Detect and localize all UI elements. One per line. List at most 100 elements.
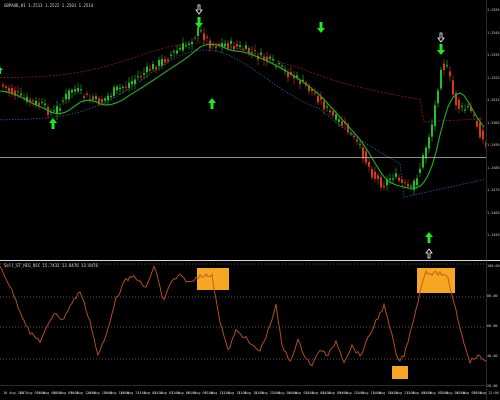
candle-body bbox=[392, 178, 394, 180]
candle-body bbox=[329, 110, 331, 113]
price-axis-label: 1.2545 bbox=[487, 30, 500, 35]
candle-body bbox=[419, 168, 421, 173]
time-axis: 10 Aug 2017 10 Aug 03:00 10 Aug 06:00 10 Au… bbox=[0, 385, 499, 400]
candle-body bbox=[125, 86, 127, 88]
candle-body bbox=[83, 96, 85, 99]
candle-body bbox=[458, 99, 460, 109]
candle-body bbox=[236, 44, 238, 47]
price-axis-label: 1.2455 bbox=[487, 233, 500, 237]
candle-body bbox=[413, 180, 415, 191]
candle-body bbox=[398, 177, 400, 181]
candle-body bbox=[224, 43, 226, 47]
candle-body bbox=[416, 178, 418, 186]
candle-body bbox=[200, 30, 202, 32]
candle-body bbox=[110, 95, 112, 98]
moving-average-red bbox=[0, 42, 485, 123]
price-axis-label: 1.2555 bbox=[487, 8, 500, 12]
candle-body bbox=[128, 82, 130, 88]
up-arrow-icon bbox=[425, 232, 433, 243]
moving-average-green bbox=[0, 43, 485, 189]
down-arrow-icon bbox=[317, 22, 325, 33]
price-axis-label: 1.2525 bbox=[487, 75, 500, 80]
candle-body bbox=[239, 45, 241, 48]
indicator-axis-label: 20.00 bbox=[487, 384, 498, 388]
candle-body bbox=[5, 86, 7, 88]
candle-body bbox=[107, 95, 109, 101]
candle-body bbox=[194, 37, 196, 39]
candle-body bbox=[158, 59, 160, 66]
candle-body bbox=[134, 79, 136, 84]
candle-body bbox=[197, 27, 199, 36]
candle-body bbox=[260, 52, 262, 55]
candle-body bbox=[467, 106, 469, 108]
candle-body bbox=[188, 43, 190, 45]
price-axis-label: 1.2505 bbox=[487, 120, 500, 125]
hollow-arrow-icon bbox=[195, 4, 203, 15]
price-chart[interactable] bbox=[0, 0, 486, 260]
indicator-axis-label: 40.00 bbox=[487, 354, 498, 358]
candle-body bbox=[383, 185, 385, 188]
candle-body bbox=[92, 96, 94, 100]
indicator-axis: 100.00 80.00 60.00 40.00 20.00 bbox=[486, 261, 500, 388]
candle-body bbox=[191, 41, 193, 45]
candle-body bbox=[362, 147, 364, 159]
candle-body bbox=[137, 76, 139, 78]
candle-body bbox=[479, 122, 481, 138]
candle-body bbox=[206, 36, 208, 38]
candle-body bbox=[245, 45, 247, 49]
candle-body bbox=[113, 87, 115, 96]
candle-body bbox=[38, 102, 40, 106]
candle-body bbox=[20, 93, 22, 96]
candle-body bbox=[428, 137, 430, 149]
candle-body bbox=[359, 143, 361, 145]
candle-body bbox=[254, 50, 256, 52]
oscillator-line bbox=[0, 265, 486, 367]
candle-body bbox=[230, 40, 232, 44]
candle-body bbox=[269, 56, 271, 59]
candle-body bbox=[326, 106, 328, 108]
candle-body bbox=[350, 133, 352, 135]
candle-body bbox=[452, 80, 454, 95]
up-arrow-icon bbox=[0, 67, 3, 74]
candle-body bbox=[434, 105, 436, 126]
candle-body bbox=[173, 51, 175, 53]
candle-body bbox=[32, 100, 34, 102]
oscillator-chart[interactable] bbox=[0, 261, 486, 385]
candle-body bbox=[446, 65, 448, 67]
candle-body bbox=[122, 86, 124, 88]
candle-body bbox=[410, 185, 412, 187]
candle-body bbox=[8, 87, 10, 92]
candle-body bbox=[368, 161, 370, 167]
moving-average-blue bbox=[0, 49, 485, 198]
oscillator-pane[interactable]: Sell_ST_HIG_OSC 15.7432 13.8476 13.8476 bbox=[0, 261, 500, 385]
candle-body bbox=[425, 147, 427, 159]
candle-body bbox=[215, 46, 217, 48]
up-arrow-icon bbox=[49, 118, 57, 129]
candle-body bbox=[77, 88, 79, 92]
time-axis-label: 15 Aug 12:00 bbox=[473, 391, 499, 395]
price-pane[interactable]: GBPAUD,H1 1.2513 1.2522 1.2501 1.2514 bbox=[0, 0, 500, 260]
candle-body bbox=[443, 63, 445, 71]
candle-body bbox=[380, 177, 382, 188]
candle-body bbox=[182, 43, 184, 51]
candle-body bbox=[119, 87, 121, 90]
candle-body bbox=[95, 96, 97, 100]
candle-body bbox=[104, 98, 106, 101]
indicator-axis-label: 80.00 bbox=[487, 294, 498, 298]
trading-chart-window[interactable]: GBPAUD,H1 1.2513 1.2522 1.2501 1.2514 Se… bbox=[0, 0, 500, 400]
candle-body bbox=[374, 171, 376, 179]
candle-body bbox=[302, 79, 304, 82]
candle-body bbox=[353, 135, 355, 138]
candle-body bbox=[332, 111, 334, 116]
candle-body bbox=[80, 89, 82, 91]
candle-body bbox=[131, 80, 133, 85]
candle-body bbox=[44, 103, 46, 106]
indicator-axis-label: 60.00 bbox=[487, 324, 498, 328]
candle-body bbox=[59, 108, 61, 111]
candle-body bbox=[440, 69, 442, 89]
candle-body bbox=[170, 54, 172, 56]
candle-body bbox=[164, 59, 166, 63]
candle-body bbox=[242, 48, 244, 50]
candle-body bbox=[464, 109, 466, 111]
candle-body bbox=[251, 52, 253, 54]
